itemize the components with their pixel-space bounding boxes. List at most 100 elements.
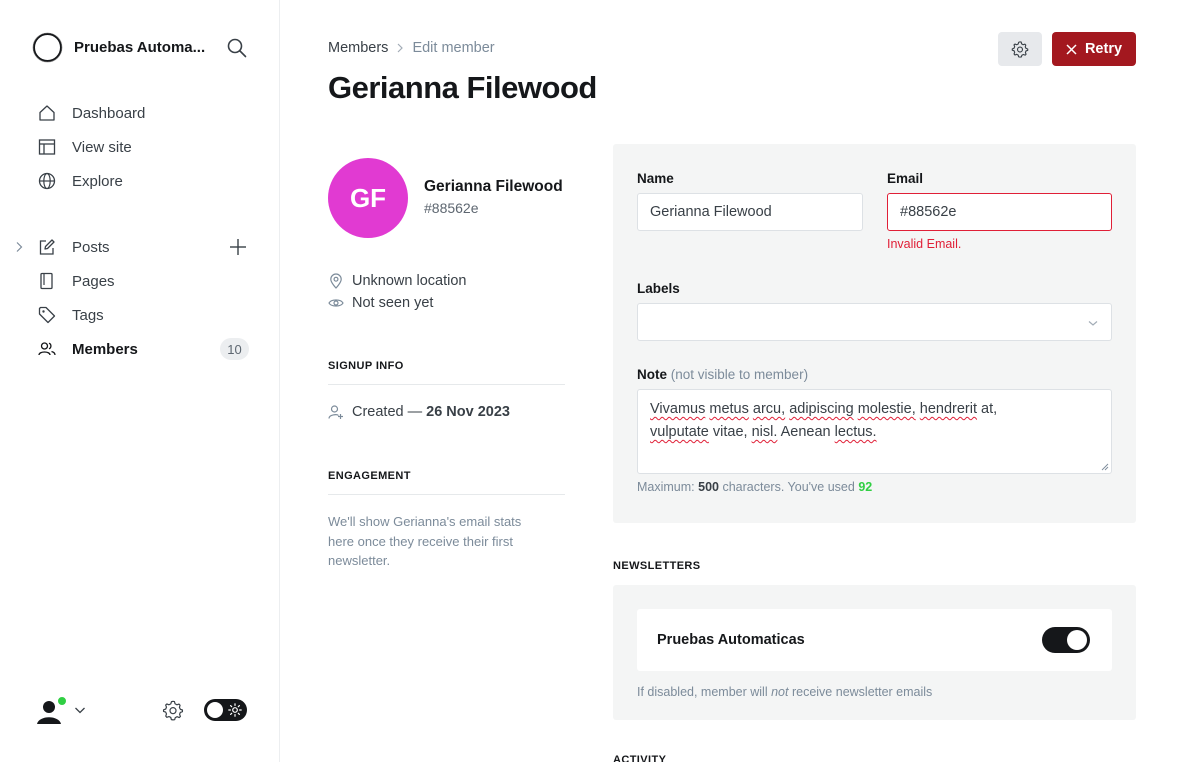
sidebar-item-tags[interactable]: Tags [0, 298, 280, 332]
resize-handle-icon[interactable] [1101, 463, 1109, 471]
sidebar-footer [32, 692, 248, 728]
chevron-down-icon[interactable] [74, 704, 86, 716]
newsletters-heading: NEWSLETTERS [613, 560, 701, 572]
activity-heading: ACTIVITY [613, 754, 667, 762]
chevron-right-icon[interactable] [14, 241, 24, 253]
note-label-text: Note [637, 367, 667, 382]
sidebar-item-dashboard[interactable]: Dashboard [0, 96, 280, 130]
sidebar-item-label: Tags [72, 306, 104, 324]
note-word: vulputate [650, 424, 709, 440]
created-date: 26 Nov 2023 [426, 404, 510, 420]
site-brand[interactable]: Pruebas Automa... [32, 32, 205, 63]
engagement-heading: ENGAGEMENT [328, 470, 565, 495]
created-row: Created — 26 Nov 2023 [328, 404, 510, 420]
note-word: at, [981, 401, 998, 417]
retry-button[interactable]: Retry [1052, 32, 1136, 66]
globe-icon [38, 172, 56, 190]
breadcrumb-current: Edit member [412, 40, 495, 56]
newsletter-note-em: not [771, 685, 789, 699]
newsletter-row: Pruebas Automaticas [637, 609, 1112, 671]
last-seen-text: Not seen yet [352, 295, 434, 311]
layout-icon [38, 138, 56, 156]
newsletter-note-suffix: receive newsletter emails [791, 685, 933, 699]
user-add-icon [328, 405, 343, 419]
note-word: Aenean [780, 424, 831, 440]
sidebar: Pruebas Automa... Dashboard View site Ex… [0, 0, 280, 762]
note-word: metus [709, 401, 749, 417]
sidebar-item-members[interactable]: Members 10 [0, 332, 280, 366]
tag-icon [38, 306, 56, 324]
location-text: Unknown location [352, 273, 467, 289]
newsletter-name: Pruebas Automaticas [657, 632, 805, 648]
page-title: Gerianna Filewood [328, 70, 597, 105]
sidebar-item-label: Explore [72, 172, 123, 190]
online-status-dot [57, 696, 67, 706]
close-icon [1066, 43, 1077, 55]
toggle-knob [1067, 630, 1087, 650]
sidebar-item-label: View site [72, 138, 132, 156]
name-input[interactable]: Gerianna Filewood [637, 193, 863, 231]
add-post-icon[interactable] [229, 238, 247, 256]
members-icon [38, 340, 56, 358]
sidebar-item-explore[interactable]: Explore [0, 164, 280, 198]
toggle-knob [207, 702, 223, 718]
newsletter-subscription-toggle[interactable] [1042, 627, 1090, 653]
retry-label: Retry [1084, 41, 1123, 57]
hint-mid: characters. You've used [722, 480, 855, 494]
labels-label: Labels [637, 281, 680, 296]
theme-toggle[interactable] [204, 699, 247, 721]
note-word: lectus. [834, 424, 877, 440]
email-error-message: Invalid Email. [887, 237, 962, 251]
gear-icon[interactable] [162, 699, 184, 721]
labels-select[interactable] [637, 303, 1112, 341]
email-input[interactable]: #88562e [887, 193, 1112, 231]
note-textarea[interactable]: Vivamus metus arcu, adipiscing molestie,… [637, 389, 1112, 474]
primary-nav: Dashboard View site Explore [0, 96, 280, 198]
sidebar-item-posts[interactable]: Posts [0, 230, 280, 264]
member-form-card: Name Gerianna Filewood Email #88562e Inv… [613, 144, 1136, 523]
note-word: arcu, [752, 401, 786, 417]
chevron-down-icon [1088, 321, 1098, 326]
search-icon[interactable] [226, 37, 248, 59]
user-avatar[interactable] [32, 694, 67, 728]
page-icon [38, 272, 56, 290]
sidebar-item-view-site[interactable]: View site [0, 130, 280, 164]
gear-icon [1011, 41, 1029, 58]
note-word: Vivamus [650, 401, 706, 417]
created-label: Created — [352, 404, 423, 420]
sun-icon [228, 703, 242, 717]
site-logo-icon [32, 32, 63, 63]
members-count-badge: 10 [220, 338, 249, 360]
hint-max: 500 [698, 480, 719, 494]
note-word: hendrerit [919, 401, 978, 417]
last-seen-row: Not seen yet [328, 295, 433, 311]
sidebar-item-label: Pages [72, 272, 115, 290]
newsletter-note-prefix: If disabled, member will [637, 685, 768, 699]
name-label: Name [637, 171, 674, 186]
member-settings-button[interactable] [998, 32, 1042, 66]
member-name: Gerianna Filewood [424, 178, 563, 195]
chevron-right-icon [398, 43, 404, 53]
note-char-hint: Maximum: 500 characters. You've used 92 [637, 480, 872, 494]
edit-icon [38, 238, 56, 256]
breadcrumb-members-link[interactable]: Members [328, 40, 388, 56]
breadcrumb: Members Edit member [328, 40, 495, 56]
email-label: Email [887, 171, 924, 186]
signup-info-heading: SIGNUP INFO [328, 360, 565, 385]
note-word: molestie, [857, 401, 916, 417]
note-sublabel: (not visible to member) [670, 367, 809, 382]
note-line-2: vulputate vitae, nisl. Aenean lectus. [650, 421, 1099, 444]
note-word: vitae, [712, 424, 748, 440]
sidebar-item-pages[interactable]: Pages [0, 264, 280, 298]
location-row: Unknown location [328, 273, 466, 289]
sidebar-item-label: Dashboard [72, 104, 146, 122]
newsletters-card: Pruebas Automaticas If disabled, member … [613, 585, 1136, 720]
location-pin-icon [330, 273, 342, 289]
site-name: Pruebas Automa... [74, 39, 206, 56]
eye-icon [328, 299, 344, 307]
hint-prefix: Maximum: [637, 480, 695, 494]
sidebar-item-label: Members [72, 340, 138, 358]
hint-used: 92 [858, 480, 873, 494]
note-word: adipiscing [789, 401, 854, 417]
note-label: Note (not visible to member) [637, 367, 808, 382]
